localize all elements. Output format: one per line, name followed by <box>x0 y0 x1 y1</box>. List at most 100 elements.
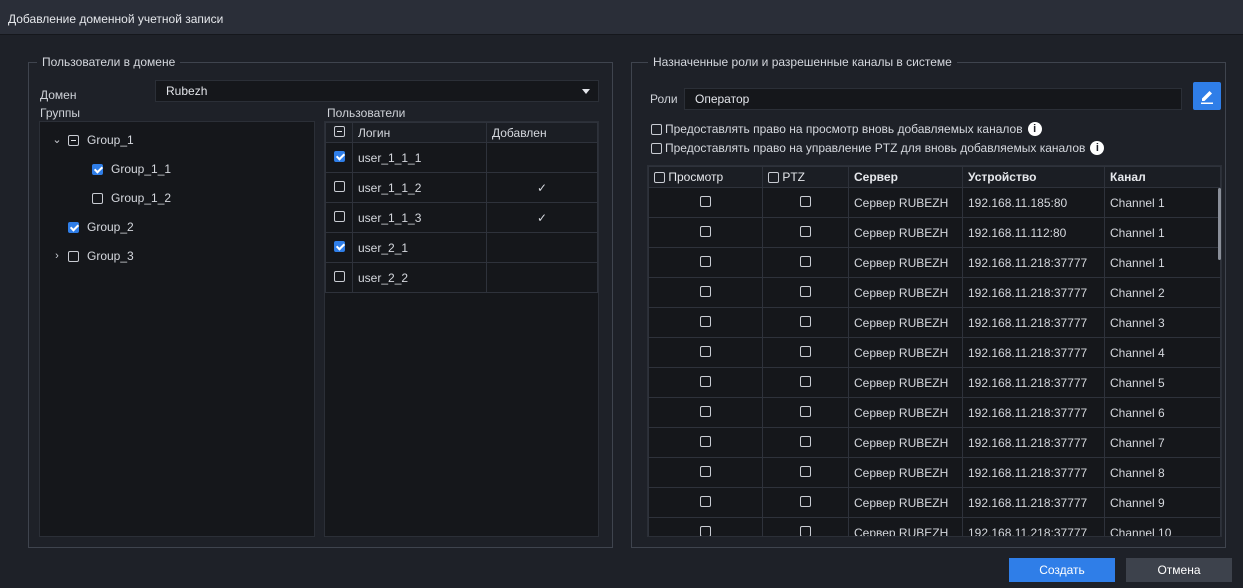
ptz-checkbox[interactable] <box>800 525 811 536</box>
ptz-checkbox-cell[interactable] <box>762 367 849 398</box>
ptz-checkbox-cell[interactable] <box>762 307 849 338</box>
row-checkbox[interactable] <box>333 240 345 252</box>
table-row[interactable]: Сервер RUBEZH 192.168.11.218:37777 Channel… <box>648 457 1221 488</box>
table-row[interactable]: user_1_1_3 ✓ <box>325 202 598 233</box>
view-checkbox[interactable] <box>700 375 711 387</box>
row-checkbox-cell[interactable] <box>325 262 353 293</box>
view-checkbox[interactable] <box>700 315 711 327</box>
table-row[interactable]: Сервер RUBEZH 192.168.11.218:37777 Channel… <box>648 307 1221 338</box>
row-checkbox[interactable] <box>333 210 345 222</box>
ptz-checkbox-cell[interactable] <box>762 337 849 368</box>
column-header-view[interactable]: Просмотр <box>648 166 763 188</box>
ptz-checkbox-cell[interactable] <box>762 427 849 458</box>
view-checkbox[interactable] <box>700 225 711 237</box>
ptz-checkbox[interactable] <box>800 285 811 297</box>
option-view-row[interactable]: Предоставлять право на просмотр вновь до… <box>651 119 1042 139</box>
tree-item-group-1-1[interactable]: Group_1_1 <box>92 159 171 179</box>
table-row[interactable]: Сервер RUBEZH 192.168.11.112:80 Channel 1 <box>648 217 1221 248</box>
table-row[interactable]: Сервер RUBEZH 192.168.11.185:80 Channel 1 <box>648 187 1221 218</box>
column-header-channel[interactable]: Канал <box>1104 166 1221 188</box>
view-checkbox[interactable] <box>700 435 711 447</box>
column-header-added[interactable]: Добавлен <box>486 122 598 143</box>
ptz-all-checkbox[interactable] <box>768 172 779 183</box>
ptz-checkbox-cell[interactable] <box>762 517 849 536</box>
option-view-checkbox[interactable] <box>651 123 662 135</box>
table-row[interactable]: Сервер RUBEZH 192.168.11.218:37777 Channel… <box>648 487 1221 518</box>
view-checkbox-cell[interactable] <box>648 187 763 218</box>
table-row[interactable]: Сервер RUBEZH 192.168.11.218:37777 Channel… <box>648 337 1221 368</box>
view-checkbox[interactable] <box>700 405 711 417</box>
view-checkbox-cell[interactable] <box>648 217 763 248</box>
view-checkbox[interactable] <box>700 345 711 357</box>
ptz-checkbox-cell[interactable] <box>762 187 849 218</box>
table-row[interactable]: Сервер RUBEZH 192.168.11.218:37777 Channel… <box>648 247 1221 278</box>
view-checkbox[interactable] <box>700 255 711 267</box>
ptz-checkbox[interactable] <box>800 225 811 237</box>
table-row[interactable]: user_1_1_2 ✓ <box>325 172 598 203</box>
scrollbar-thumb[interactable] <box>1218 188 1221 260</box>
option-ptz-row[interactable]: Предоставлять право на управление PTZ дл… <box>651 138 1105 158</box>
row-checkbox-cell[interactable] <box>325 202 353 233</box>
ptz-checkbox[interactable] <box>800 405 811 417</box>
column-header-login[interactable]: Логин <box>352 122 487 143</box>
tree-checkbox[interactable] <box>68 134 79 146</box>
tree-checkbox[interactable] <box>68 221 79 233</box>
row-checkbox[interactable] <box>333 180 345 192</box>
edit-roles-button[interactable] <box>1193 82 1221 110</box>
tree-item-group-3[interactable]: › Group_3 <box>50 246 134 266</box>
info-icon[interactable]: i <box>1090 141 1105 155</box>
ptz-checkbox-cell[interactable] <box>762 397 849 428</box>
ptz-checkbox-cell[interactable] <box>762 487 849 518</box>
ptz-checkbox[interactable] <box>800 345 811 357</box>
row-checkbox-cell[interactable] <box>325 172 353 203</box>
tree-checkbox[interactable] <box>92 163 103 175</box>
table-row[interactable]: Сервер RUBEZH 192.168.11.218:37777 Channel… <box>648 277 1221 308</box>
table-row[interactable]: user_2_2 <box>325 262 598 293</box>
ptz-checkbox-cell[interactable] <box>762 457 849 488</box>
view-checkbox[interactable] <box>700 195 711 207</box>
view-checkbox-cell[interactable] <box>648 517 763 536</box>
ptz-checkbox-cell[interactable] <box>762 247 849 278</box>
view-checkbox-cell[interactable] <box>648 367 763 398</box>
chevron-down-icon[interactable]: ⌄ <box>50 130 64 150</box>
row-checkbox[interactable] <box>333 150 345 162</box>
table-row[interactable]: Сервер RUBEZH 192.168.11.218:37777 Channel… <box>648 397 1221 428</box>
ptz-checkbox[interactable] <box>800 255 811 267</box>
option-ptz-checkbox[interactable] <box>651 142 662 154</box>
ptz-checkbox-cell[interactable] <box>762 217 849 248</box>
tree-checkbox[interactable] <box>92 192 103 204</box>
column-header-server[interactable]: Сервер <box>848 166 963 188</box>
tree-item-group-2[interactable]: Group_2 <box>68 217 134 237</box>
view-checkbox-cell[interactable] <box>648 307 763 338</box>
table-row[interactable]: Сервер RUBEZH 192.168.11.218:37777 Channel… <box>648 427 1221 458</box>
view-checkbox-cell[interactable] <box>648 427 763 458</box>
ptz-checkbox[interactable] <box>800 465 811 477</box>
column-header-device[interactable]: Устройство <box>962 166 1105 188</box>
view-checkbox-cell[interactable] <box>648 337 763 368</box>
ptz-checkbox[interactable] <box>800 375 811 387</box>
roles-field[interactable]: Оператор <box>684 88 1182 110</box>
table-row[interactable]: Сервер RUBEZH 192.168.11.218:37777 Channel… <box>648 517 1221 536</box>
ptz-checkbox-cell[interactable] <box>762 277 849 308</box>
tree-item-group-1[interactable]: ⌄ Group_1 <box>50 130 133 150</box>
row-checkbox-cell[interactable] <box>325 232 353 263</box>
view-checkbox[interactable] <box>700 465 711 477</box>
view-checkbox[interactable] <box>700 525 711 536</box>
table-row[interactable]: Сервер RUBEZH 192.168.11.218:37777 Channel… <box>648 367 1221 398</box>
tree-item-group-1-2[interactable]: Group_1_2 <box>92 188 171 208</box>
cancel-button[interactable]: Отмена <box>1126 558 1232 582</box>
ptz-checkbox[interactable] <box>800 495 811 507</box>
domain-select[interactable]: Rubezh <box>155 80 599 102</box>
ptz-checkbox[interactable] <box>800 435 811 447</box>
view-checkbox[interactable] <box>700 495 711 507</box>
row-checkbox[interactable] <box>333 270 345 282</box>
ptz-checkbox[interactable] <box>800 315 811 327</box>
row-checkbox-cell[interactable] <box>325 142 353 173</box>
ptz-checkbox[interactable] <box>800 195 811 207</box>
table-row[interactable]: user_1_1_1 <box>325 142 598 173</box>
column-header-ptz[interactable]: PTZ <box>762 166 849 188</box>
create-button[interactable]: Создать <box>1009 558 1115 582</box>
table-row[interactable]: user_2_1 <box>325 232 598 263</box>
select-all-checkbox[interactable] <box>333 125 345 137</box>
view-checkbox[interactable] <box>700 285 711 297</box>
